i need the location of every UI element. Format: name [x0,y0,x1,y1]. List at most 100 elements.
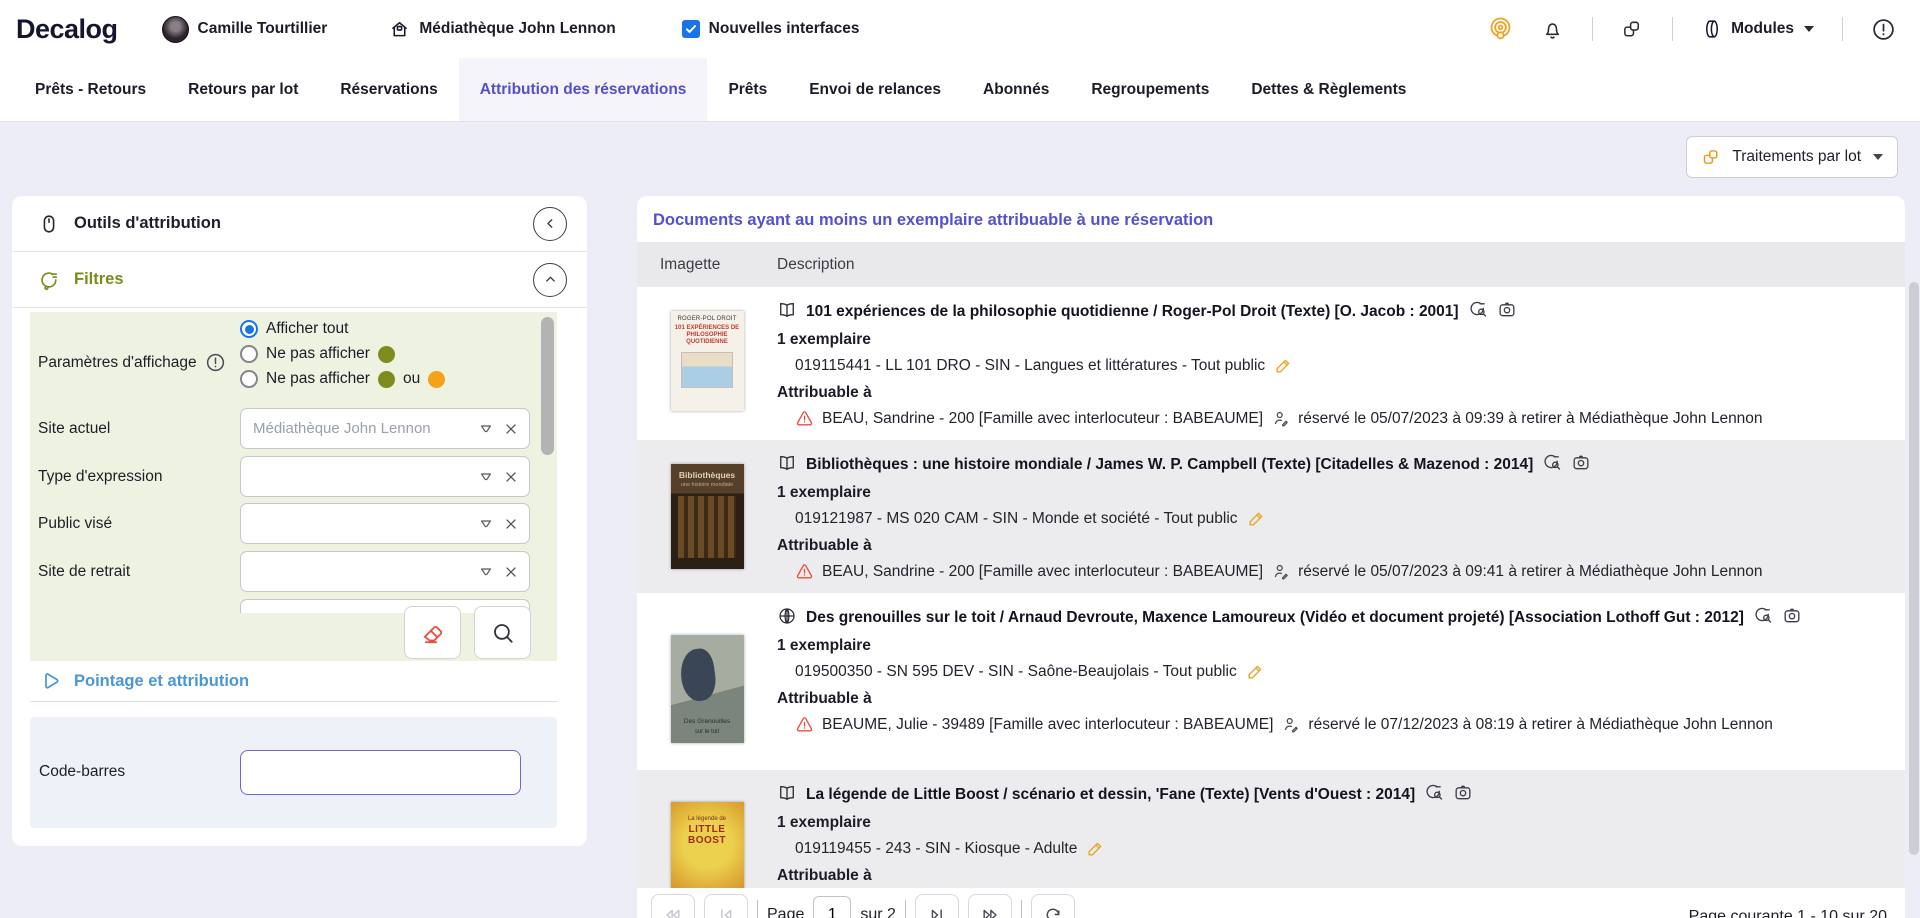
collection-icon[interactable] [1621,18,1644,41]
tab-attribution-des-reservations[interactable]: Attribution des réservations [459,58,708,121]
collapse-panel-button[interactable] [533,207,567,241]
page-label: Page [767,906,804,918]
availability-search-icon[interactable] [1424,783,1444,803]
filters-scrollbar[interactable] [541,317,554,455]
page-scrollbar[interactable] [1909,282,1919,855]
copy-text: 019119455 - 243 - SIN - Kiosque - Adulte [795,840,1077,858]
radio-icon[interactable] [240,370,258,388]
info-circle-icon[interactable] [205,352,226,373]
dropdown-icon[interactable] [478,469,494,485]
camera-icon[interactable] [1571,453,1591,473]
availability-search-icon[interactable] [1542,453,1562,473]
book-cover[interactable]: ROGER-POL DROIT 101 EXPÉRIENCES DE PHILO… [671,311,744,411]
refresh-button[interactable] [1031,894,1075,918]
first-page-button[interactable] [651,894,695,918]
batch-label: Traitements par lot [1732,148,1861,166]
public-vise-select[interactable] [240,503,530,544]
display-params-radios: Afficher tout Ne pas afficher Ne pas aff… [240,320,445,388]
play-icon [38,670,61,693]
cover-text: une histoire mondiale [671,482,744,488]
last-page-button[interactable] [968,894,1012,918]
thumbnail-cell: La légende de LITTLE BOOST [637,770,777,902]
type-expression-input[interactable] [253,468,469,485]
clear-icon[interactable] [503,516,519,532]
copies-count: 1 exemplaire [777,484,1859,502]
camera-icon[interactable] [1782,606,1802,626]
clear-icon[interactable] [503,469,519,485]
camera-icon[interactable] [1453,783,1473,803]
page-number-input[interactable] [813,896,851,918]
chevron-down-icon [1873,154,1883,160]
separator [757,900,758,918]
radio-hide-green[interactable]: Ne pas afficher [240,345,445,363]
tab-prets-retours[interactable]: Prêts - Retours [14,58,167,121]
type-expression-select[interactable] [240,456,530,497]
site-actuel-input[interactable] [253,420,469,437]
barcode-input[interactable] [240,750,521,795]
broadcast-icon[interactable] [1488,17,1513,42]
pencil-icon[interactable] [1246,662,1265,681]
cover-text: La légende de [671,816,744,822]
tab-reservations[interactable]: Réservations [319,58,458,121]
barcode-label: Code-barres [39,763,125,781]
site-retrait-label: Site de retrait [38,563,130,581]
holder-line: BEAU, Sandrine - 200 [Famille avec inter… [777,562,1859,581]
reservation-text: réservé le 05/07/2023 à 09:39 à retirer … [1298,410,1762,428]
user-name: Camille Tourtillier [198,20,328,38]
pencil-icon[interactable] [1274,356,1293,375]
tab-envoi-de-relances[interactable]: Envoi de relances [788,58,962,121]
radio-hide-green-or-orange[interactable]: Ne pas afficher ou [240,370,445,388]
site-retrait-select[interactable] [240,551,530,592]
book-icon [777,300,797,320]
availability-search-icon[interactable] [1468,300,1488,320]
camera-icon[interactable] [1497,300,1517,320]
book-cover[interactable]: La légende de LITTLE BOOST [671,802,744,902]
next-page-button[interactable] [915,894,959,918]
tab-dettes-reglements[interactable]: Dettes & Règlements [1230,58,1427,121]
house-icon [389,19,410,40]
globe-icon [777,606,797,626]
radio-icon[interactable] [240,345,258,363]
previous-page-button[interactable] [704,894,748,918]
dropdown-icon[interactable] [478,516,494,532]
tab-retours-par-lot[interactable]: Retours par lot [167,58,319,121]
radio-label: Afficher tout [266,320,348,338]
pencil-icon[interactable] [1247,509,1266,528]
batch-processing-button[interactable]: Traitements par lot [1686,136,1898,178]
radio-icon[interactable] [240,320,258,338]
clear-filters-button[interactable] [404,606,461,659]
pencil-icon[interactable] [1086,839,1105,858]
app-logo: Decalog [16,14,118,45]
new-interfaces-checkbox[interactable] [682,20,700,38]
orange-dot-icon [428,371,445,388]
tab-prets[interactable]: Prêts [707,58,788,121]
public-vise-input[interactable] [253,515,469,532]
clear-icon[interactable] [503,421,519,437]
user-cluster: Camille Tourtillier [162,16,328,43]
modules-menu[interactable]: Modules [1701,18,1814,40]
collapse-filters-button[interactable] [533,263,567,297]
cover-text: 101 EXPÉRIENCES DE PHILOSOPHIE QUOTIDIEN… [671,325,744,346]
site-actuel-select[interactable] [240,408,530,449]
pointage-section-header[interactable]: Pointage et attribution [12,670,587,693]
tab-regroupements[interactable]: Regroupements [1070,58,1230,121]
dropdown-icon[interactable] [478,564,494,580]
radio-show-all[interactable]: Afficher tout [240,320,445,338]
book-cover[interactable]: Bibliothèques une histoire mondiale [671,464,744,569]
site-retrait-input[interactable] [253,563,469,580]
availability-search-icon[interactable] [1753,606,1773,626]
filters-title: Filtres [74,270,124,289]
library-name: Médiathèque John Lennon [419,20,615,38]
tab-abonnes[interactable]: Abonnés [962,58,1070,121]
dvd-cover[interactable]: Des Grenouilles sur le toit [671,635,744,743]
modules-icon [1701,18,1723,40]
holder-line: BEAU, Sandrine - 200 [Famille avec inter… [777,409,1859,428]
clear-icon[interactable] [503,564,519,580]
document-title: La légende de Little Boost / scénario et… [806,786,1415,803]
bell-icon[interactable] [1541,18,1564,41]
search-button[interactable] [474,606,531,659]
dropdown-icon[interactable] [478,421,494,437]
info-icon[interactable] [1871,17,1896,42]
library-cluster: Médiathèque John Lennon [389,19,615,40]
modules-label: Modules [1731,20,1794,38]
